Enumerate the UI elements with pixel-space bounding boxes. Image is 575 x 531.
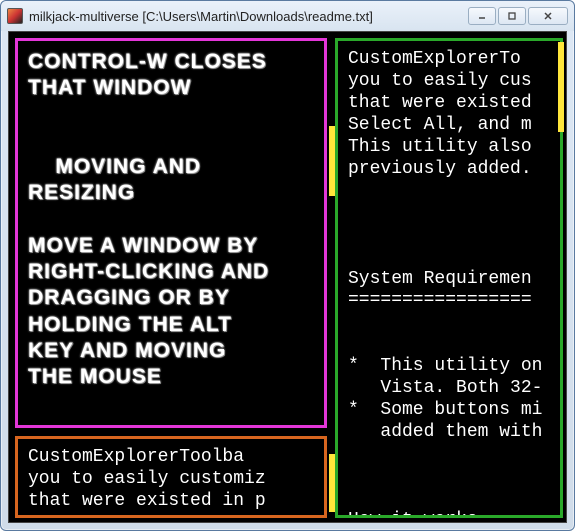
close-button[interactable]: [528, 7, 568, 25]
titlebar[interactable]: milkjack-multiverse [C:\Users\Martin\Dow…: [1, 1, 574, 31]
pane-right[interactable]: CustomExplorerTo you to easily cus that …: [335, 38, 563, 518]
window-controls: [468, 7, 568, 25]
client-area: Control-W closes that window Moving and …: [8, 31, 567, 523]
pane-bottom-left-text: CustomExplorerToolba you to easily custo…: [18, 439, 324, 518]
app-icon: [7, 8, 23, 24]
maximize-button[interactable]: [498, 7, 526, 25]
app-window: milkjack-multiverse [C:\Users\Martin\Dow…: [0, 0, 575, 531]
window-title: milkjack-multiverse [C:\Users\Martin\Dow…: [29, 9, 468, 24]
pane-right-text: CustomExplorerTo you to easily cus that …: [338, 41, 560, 518]
minimize-button[interactable]: [468, 7, 496, 25]
scroll-indicator[interactable]: [558, 42, 564, 132]
pane-bottom-left[interactable]: CustomExplorerToolba you to easily custo…: [15, 436, 327, 518]
scroll-indicator[interactable]: [329, 454, 335, 512]
scroll-indicator[interactable]: [329, 126, 335, 196]
pane-top-left[interactable]: Control-W closes that window Moving and …: [15, 38, 327, 428]
pane-top-left-text: Control-W closes that window Moving and …: [18, 41, 324, 398]
